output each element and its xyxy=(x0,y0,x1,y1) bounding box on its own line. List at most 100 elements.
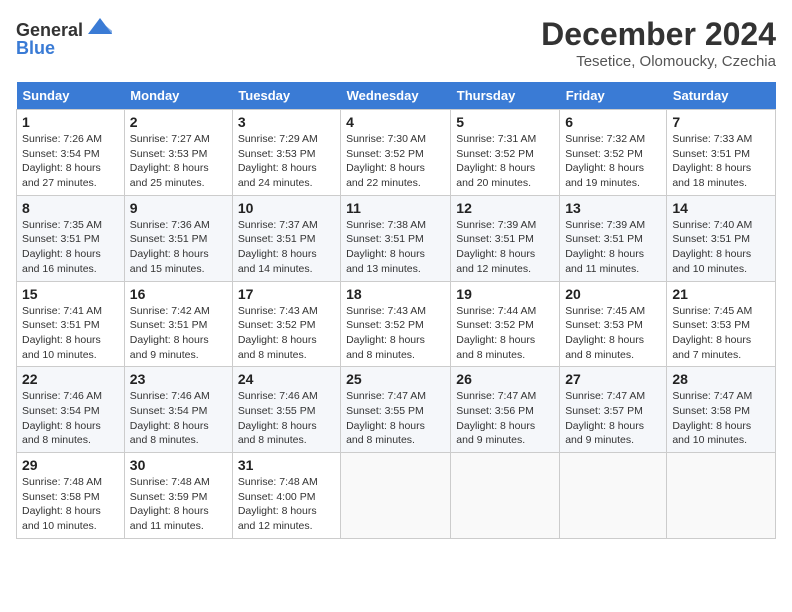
svg-text:Blue: Blue xyxy=(16,38,55,58)
day-number: 13 xyxy=(565,200,661,216)
day-number: 22 xyxy=(22,371,119,387)
calendar-week-row: 8 Sunrise: 7:35 AM Sunset: 3:51 PM Dayli… xyxy=(17,195,776,281)
day-number: 28 xyxy=(672,371,770,387)
day-info: Sunrise: 7:46 AM Sunset: 3:54 PM Dayligh… xyxy=(22,389,119,448)
weekday-header-friday: Friday xyxy=(560,82,667,110)
day-number: 15 xyxy=(22,286,119,302)
day-number: 27 xyxy=(565,371,661,387)
day-info: Sunrise: 7:41 AM Sunset: 3:51 PM Dayligh… xyxy=(22,304,119,363)
day-number: 31 xyxy=(238,457,335,473)
calendar-cell: 12 Sunrise: 7:39 AM Sunset: 3:51 PM Dayl… xyxy=(451,195,560,281)
calendar-week-row: 29 Sunrise: 7:48 AM Sunset: 3:58 PM Dayl… xyxy=(17,453,776,539)
calendar-week-row: 22 Sunrise: 7:46 AM Sunset: 3:54 PM Dayl… xyxy=(17,367,776,453)
calendar-cell: 21 Sunrise: 7:45 AM Sunset: 3:53 PM Dayl… xyxy=(667,281,776,367)
day-info: Sunrise: 7:48 AM Sunset: 3:59 PM Dayligh… xyxy=(130,475,227,534)
calendar-table: SundayMondayTuesdayWednesdayThursdayFrid… xyxy=(16,82,776,539)
day-info: Sunrise: 7:48 AM Sunset: 4:00 PM Dayligh… xyxy=(238,475,335,534)
day-number: 25 xyxy=(346,371,445,387)
day-number: 7 xyxy=(672,114,770,130)
svg-text:General: General xyxy=(16,20,83,40)
day-info: Sunrise: 7:47 AM Sunset: 3:56 PM Dayligh… xyxy=(456,389,554,448)
calendar-cell: 11 Sunrise: 7:38 AM Sunset: 3:51 PM Dayl… xyxy=(341,195,451,281)
calendar-cell: 15 Sunrise: 7:41 AM Sunset: 3:51 PM Dayl… xyxy=(17,281,125,367)
day-info: Sunrise: 7:40 AM Sunset: 3:51 PM Dayligh… xyxy=(672,218,770,277)
calendar-cell: 4 Sunrise: 7:30 AM Sunset: 3:52 PM Dayli… xyxy=(341,110,451,196)
calendar-cell: 10 Sunrise: 7:37 AM Sunset: 3:51 PM Dayl… xyxy=(232,195,340,281)
day-info: Sunrise: 7:31 AM Sunset: 3:52 PM Dayligh… xyxy=(456,132,554,191)
calendar-cell: 7 Sunrise: 7:33 AM Sunset: 3:51 PM Dayli… xyxy=(667,110,776,196)
day-number: 16 xyxy=(130,286,227,302)
day-number: 26 xyxy=(456,371,554,387)
day-info: Sunrise: 7:47 AM Sunset: 3:57 PM Dayligh… xyxy=(565,389,661,448)
day-info: Sunrise: 7:37 AM Sunset: 3:51 PM Dayligh… xyxy=(238,218,335,277)
calendar-cell: 2 Sunrise: 7:27 AM Sunset: 3:53 PM Dayli… xyxy=(124,110,232,196)
weekday-header-monday: Monday xyxy=(124,82,232,110)
calendar-cell: 18 Sunrise: 7:43 AM Sunset: 3:52 PM Dayl… xyxy=(341,281,451,367)
weekday-header-sunday: Sunday xyxy=(17,82,125,110)
day-number: 17 xyxy=(238,286,335,302)
weekday-header-saturday: Saturday xyxy=(667,82,776,110)
weekday-header-row: SundayMondayTuesdayWednesdayThursdayFrid… xyxy=(17,82,776,110)
calendar-cell: 16 Sunrise: 7:42 AM Sunset: 3:51 PM Dayl… xyxy=(124,281,232,367)
title-block: December 2024 Tesetice, Olomoucky, Czech… xyxy=(541,16,776,70)
day-number: 23 xyxy=(130,371,227,387)
day-number: 24 xyxy=(238,371,335,387)
day-info: Sunrise: 7:45 AM Sunset: 3:53 PM Dayligh… xyxy=(672,304,770,363)
calendar-cell: 24 Sunrise: 7:46 AM Sunset: 3:55 PM Dayl… xyxy=(232,367,340,453)
calendar-cell: 5 Sunrise: 7:31 AM Sunset: 3:52 PM Dayli… xyxy=(451,110,560,196)
location-title: Tesetice, Olomoucky, Czechia xyxy=(541,53,776,70)
day-info: Sunrise: 7:45 AM Sunset: 3:53 PM Dayligh… xyxy=(565,304,661,363)
day-info: Sunrise: 7:27 AM Sunset: 3:53 PM Dayligh… xyxy=(130,132,227,191)
calendar-cell xyxy=(560,453,667,539)
day-number: 18 xyxy=(346,286,445,302)
page-header: General Blue December 2024 Tesetice, Olo… xyxy=(16,16,776,70)
day-number: 21 xyxy=(672,286,770,302)
day-number: 3 xyxy=(238,114,335,130)
day-info: Sunrise: 7:39 AM Sunset: 3:51 PM Dayligh… xyxy=(456,218,554,277)
calendar-week-row: 1 Sunrise: 7:26 AM Sunset: 3:54 PM Dayli… xyxy=(17,110,776,196)
day-number: 6 xyxy=(565,114,661,130)
day-number: 8 xyxy=(22,200,119,216)
day-number: 20 xyxy=(565,286,661,302)
day-info: Sunrise: 7:43 AM Sunset: 3:52 PM Dayligh… xyxy=(346,304,445,363)
day-number: 9 xyxy=(130,200,227,216)
calendar-cell xyxy=(451,453,560,539)
calendar-cell: 19 Sunrise: 7:44 AM Sunset: 3:52 PM Dayl… xyxy=(451,281,560,367)
day-info: Sunrise: 7:46 AM Sunset: 3:54 PM Dayligh… xyxy=(130,389,227,448)
day-number: 30 xyxy=(130,457,227,473)
calendar-cell: 30 Sunrise: 7:48 AM Sunset: 3:59 PM Dayl… xyxy=(124,453,232,539)
day-info: Sunrise: 7:36 AM Sunset: 3:51 PM Dayligh… xyxy=(130,218,227,277)
calendar-cell: 28 Sunrise: 7:47 AM Sunset: 3:58 PM Dayl… xyxy=(667,367,776,453)
day-info: Sunrise: 7:43 AM Sunset: 3:52 PM Dayligh… xyxy=(238,304,335,363)
day-info: Sunrise: 7:46 AM Sunset: 3:55 PM Dayligh… xyxy=(238,389,335,448)
calendar-cell: 31 Sunrise: 7:48 AM Sunset: 4:00 PM Dayl… xyxy=(232,453,340,539)
day-number: 4 xyxy=(346,114,445,130)
calendar-cell: 1 Sunrise: 7:26 AM Sunset: 3:54 PM Dayli… xyxy=(17,110,125,196)
calendar-cell: 14 Sunrise: 7:40 AM Sunset: 3:51 PM Dayl… xyxy=(667,195,776,281)
calendar-cell: 27 Sunrise: 7:47 AM Sunset: 3:57 PM Dayl… xyxy=(560,367,667,453)
day-number: 11 xyxy=(346,200,445,216)
day-number: 2 xyxy=(130,114,227,130)
month-title: December 2024 xyxy=(541,16,776,53)
day-info: Sunrise: 7:48 AM Sunset: 3:58 PM Dayligh… xyxy=(22,475,119,534)
day-info: Sunrise: 7:44 AM Sunset: 3:52 PM Dayligh… xyxy=(456,304,554,363)
calendar-cell: 26 Sunrise: 7:47 AM Sunset: 3:56 PM Dayl… xyxy=(451,367,560,453)
calendar-cell: 13 Sunrise: 7:39 AM Sunset: 3:51 PM Dayl… xyxy=(560,195,667,281)
day-number: 10 xyxy=(238,200,335,216)
day-number: 29 xyxy=(22,457,119,473)
calendar-cell: 23 Sunrise: 7:46 AM Sunset: 3:54 PM Dayl… xyxy=(124,367,232,453)
calendar-cell: 3 Sunrise: 7:29 AM Sunset: 3:53 PM Dayli… xyxy=(232,110,340,196)
calendar-cell: 9 Sunrise: 7:36 AM Sunset: 3:51 PM Dayli… xyxy=(124,195,232,281)
day-info: Sunrise: 7:39 AM Sunset: 3:51 PM Dayligh… xyxy=(565,218,661,277)
calendar-cell: 22 Sunrise: 7:46 AM Sunset: 3:54 PM Dayl… xyxy=(17,367,125,453)
weekday-header-thursday: Thursday xyxy=(451,82,560,110)
day-number: 19 xyxy=(456,286,554,302)
calendar-cell: 29 Sunrise: 7:48 AM Sunset: 3:58 PM Dayl… xyxy=(17,453,125,539)
calendar-cell: 8 Sunrise: 7:35 AM Sunset: 3:51 PM Dayli… xyxy=(17,195,125,281)
calendar-cell: 17 Sunrise: 7:43 AM Sunset: 3:52 PM Dayl… xyxy=(232,281,340,367)
calendar-cell: 20 Sunrise: 7:45 AM Sunset: 3:53 PM Dayl… xyxy=(560,281,667,367)
day-number: 1 xyxy=(22,114,119,130)
day-info: Sunrise: 7:26 AM Sunset: 3:54 PM Dayligh… xyxy=(22,132,119,191)
logo: General Blue xyxy=(16,16,126,65)
calendar-cell: 25 Sunrise: 7:47 AM Sunset: 3:55 PM Dayl… xyxy=(341,367,451,453)
